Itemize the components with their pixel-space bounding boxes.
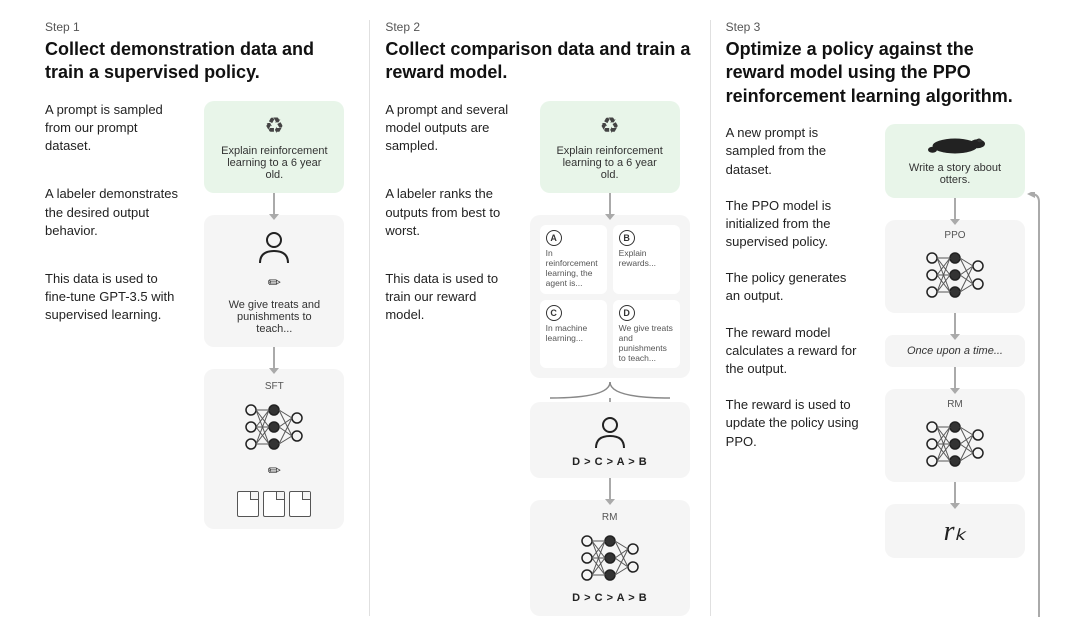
step2-arrow1 bbox=[609, 193, 611, 215]
step1-text1: A prompt is sampled from our prompt data… bbox=[45, 101, 182, 156]
doc-icon-3 bbox=[289, 491, 311, 517]
step3-text5: The reward is used to update the policy … bbox=[726, 396, 863, 451]
choice-c-letter: C bbox=[546, 305, 562, 321]
choice-b-letter: B bbox=[619, 230, 635, 246]
choice-a-text: In reinforcement learning, the agent is.… bbox=[546, 248, 601, 289]
step3-arrow3 bbox=[954, 367, 956, 389]
step2-text-side: A prompt and several model outputs are s… bbox=[385, 101, 512, 617]
step3-prompt-text: Write a story about otters. bbox=[899, 162, 1011, 186]
step2-label: Step 2 bbox=[385, 20, 694, 34]
step1-arrow2 bbox=[273, 347, 275, 369]
curly-brace bbox=[530, 378, 690, 402]
doc-icon-2 bbox=[263, 491, 285, 517]
choice-c: C In machine learning... bbox=[540, 300, 607, 369]
step3-rm-box: RM bbox=[885, 389, 1025, 482]
step1-label: Step 1 bbox=[45, 20, 354, 34]
step3-title: Optimize a policy against the reward mod… bbox=[726, 38, 1035, 108]
choices-box: A In reinforcement learning, the agent i… bbox=[530, 215, 690, 379]
choice-c-text: In machine learning... bbox=[546, 323, 601, 343]
step3-content: A new prompt is sampled from the dataset… bbox=[726, 124, 1035, 616]
step1-title: Collect demonstration data and train a s… bbox=[45, 38, 354, 85]
person-icon bbox=[254, 227, 294, 267]
step2-title: Collect comparison data and train a rewa… bbox=[385, 38, 694, 85]
step3-text2: The PPO model is initialized from the su… bbox=[726, 197, 863, 252]
choice-d-letter: D bbox=[619, 305, 635, 321]
reward-value: rₖ bbox=[944, 514, 967, 548]
step1-arrow1 bbox=[273, 193, 275, 215]
recycle-icon: ♻ bbox=[264, 113, 284, 139]
step2-text1: A prompt and several model outputs are s… bbox=[385, 101, 512, 156]
step2-visual: ♻ Explain reinforcement learning to a 6 … bbox=[525, 101, 695, 617]
step1-text-side: A prompt is sampled from our prompt data… bbox=[45, 101, 182, 617]
rm-label-2: RM bbox=[602, 512, 618, 523]
step2-text3: This data is used to train our reward mo… bbox=[385, 270, 512, 325]
choice-b: B Explain rewards... bbox=[613, 225, 680, 294]
sft-neural-net bbox=[239, 400, 309, 455]
step3-arrow4 bbox=[954, 482, 956, 504]
step3-text4: The reward model calculates a reward for… bbox=[726, 324, 863, 379]
step3-reward-box: rₖ bbox=[885, 504, 1025, 558]
step1-column: Step 1 Collect demonstration data and tr… bbox=[30, 20, 370, 616]
step1-content: A prompt is sampled from our prompt data… bbox=[45, 101, 354, 617]
doc-icons bbox=[237, 491, 311, 517]
ranking-bottom: D > C > A > B bbox=[572, 592, 647, 604]
step2-column: Step 2 Collect comparison data and train… bbox=[370, 20, 710, 616]
feedback-loop-arrow bbox=[1025, 192, 1053, 622]
step3-text3: The policy generates an output. bbox=[726, 269, 863, 305]
step3-text-side: A new prompt is sampled from the dataset… bbox=[726, 124, 863, 616]
step3-arrow2 bbox=[954, 313, 956, 335]
edit-icon-2: ✏ bbox=[268, 461, 281, 481]
step1-prompt-box: ♻ Explain reinforcement learning to a 6 … bbox=[204, 101, 344, 193]
person-icon-2 bbox=[590, 412, 630, 452]
edit-icon: ✏ bbox=[268, 273, 281, 293]
recycle-icon-2: ♻ bbox=[600, 113, 620, 139]
labeler-ranking-box: D > C > A > B bbox=[530, 402, 690, 478]
step2-text2: A labeler ranks the outputs from best to… bbox=[385, 185, 512, 240]
choice-b-text: Explain rewards... bbox=[619, 248, 674, 268]
choice-d-text: We give treats and punishments to teach.… bbox=[619, 323, 674, 364]
step1-visual: ♻ Explain reinforcement learning to a 6 … bbox=[194, 101, 354, 617]
step1-prompt-text: Explain reinforcement learning to a 6 ye… bbox=[218, 145, 330, 181]
step2-content: A prompt and several model outputs are s… bbox=[385, 101, 694, 617]
step1-output-text: We give treats and punishments to teach.… bbox=[218, 299, 330, 335]
step3-column: Step 3 Optimize a policy against the rew… bbox=[711, 20, 1050, 616]
ppo-neural-net bbox=[920, 248, 990, 303]
step3-visual: Write a story about otters. PPO bbox=[875, 124, 1035, 616]
step3-label: Step 3 bbox=[726, 20, 1035, 34]
step3-arrow1 bbox=[954, 198, 956, 220]
rm-label-3: RM bbox=[947, 399, 963, 410]
step3-ppo-box: PPO bbox=[885, 220, 1025, 313]
step2-prompt-box: ♻ Explain reinforcement learning to a 6 … bbox=[540, 101, 680, 193]
main-container: Step 1 Collect demonstration data and tr… bbox=[0, 0, 1080, 636]
step3-prompt-box: Write a story about otters. bbox=[885, 124, 1025, 198]
step3-text1: A new prompt is sampled from the dataset… bbox=[726, 124, 863, 179]
choice-d: D We give treats and punishments to teac… bbox=[613, 300, 680, 369]
step1-output-box: ✏ We give treats and punishments to teac… bbox=[204, 215, 344, 347]
choice-a-letter: A bbox=[546, 230, 562, 246]
step2-arrow2 bbox=[609, 478, 611, 500]
step1-text3: This data is used to fine-tune GPT-3.5 w… bbox=[45, 270, 182, 325]
step2-prompt-text: Explain reinforcement learning to a 6 ye… bbox=[554, 145, 666, 181]
rm-neural-net bbox=[575, 531, 645, 586]
step1-sft-box: SFT bbox=[204, 369, 344, 529]
choice-a: A In reinforcement learning, the agent i… bbox=[540, 225, 607, 294]
rm-neural-net-3 bbox=[920, 417, 990, 472]
sft-label: SFT bbox=[265, 381, 284, 392]
ppo-label: PPO bbox=[944, 230, 965, 241]
step2-rm-box: RM bbox=[530, 500, 690, 616]
step3-output-text: Once upon a time... bbox=[907, 345, 1003, 357]
otter-icon bbox=[925, 136, 985, 156]
ranking-top: D > C > A > B bbox=[572, 456, 647, 468]
doc-icon-1 bbox=[237, 491, 259, 517]
step1-text2: A labeler demonstrates the desired outpu… bbox=[45, 185, 182, 240]
